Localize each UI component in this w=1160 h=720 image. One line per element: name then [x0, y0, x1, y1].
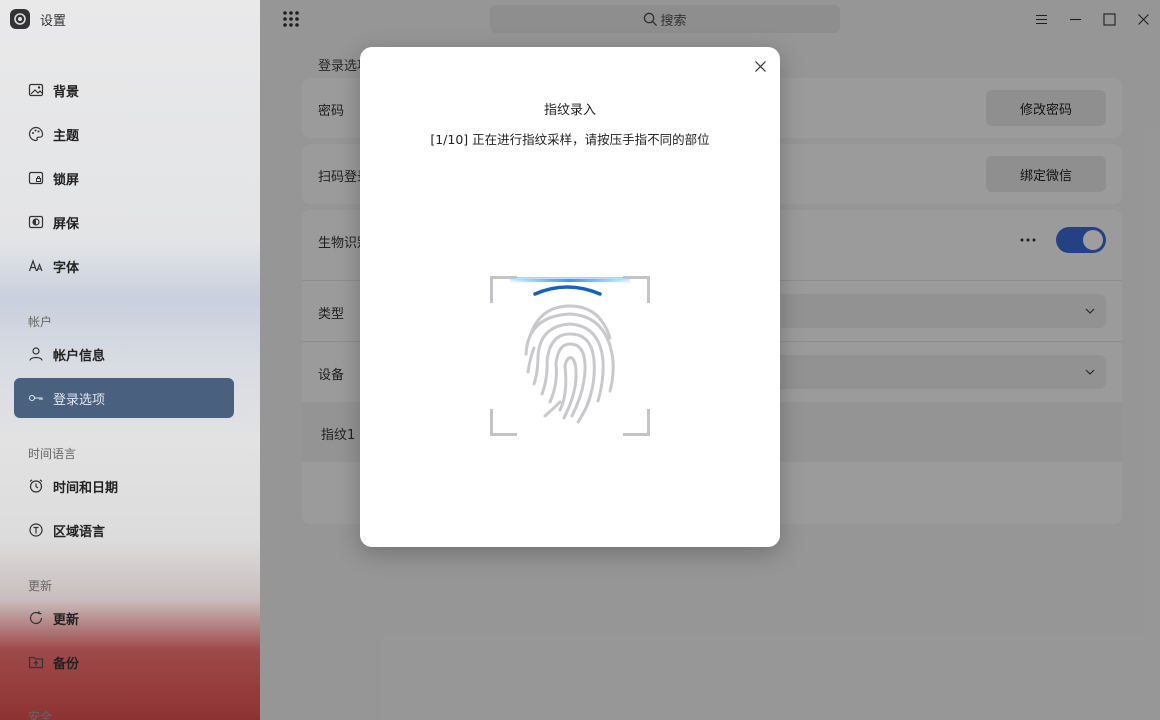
- sidebar-item-update[interactable]: 更新: [14, 598, 234, 638]
- sidebar-item-theme[interactable]: 主题: [14, 114, 234, 154]
- section-title-time-language: 时间语言: [28, 447, 77, 461]
- sidebar-item-label: 时间和日期: [53, 480, 119, 496]
- refresh-icon: [28, 610, 44, 626]
- sidebar-item-font[interactable]: 字体: [14, 246, 234, 286]
- sidebar-item-date-time[interactable]: 时间和日期: [14, 466, 234, 506]
- sidebar-item-label: 备份: [53, 656, 80, 672]
- sidebar-item-account-info[interactable]: 帐户信息: [14, 334, 234, 374]
- lockscreen-icon: [28, 170, 44, 186]
- app-title-text: 设置: [40, 13, 67, 29]
- font-icon: [28, 258, 44, 274]
- sidebar-item-label: 帐户信息: [53, 348, 106, 364]
- sidebar-item-label: 背景: [53, 84, 80, 100]
- palette-icon: [28, 126, 44, 142]
- sidebar-item-label: 锁屏: [53, 172, 80, 188]
- dialog-close-icon[interactable]: [750, 56, 770, 76]
- sidebar-item-login-options[interactable]: 登录选项: [14, 378, 234, 418]
- dialog-message: [1/10] 正在进行指纹采样，请按压手指不同的部位: [430, 132, 710, 147]
- screensaver-icon: [28, 214, 44, 230]
- sidebar-item-label: 屏保: [53, 216, 80, 232]
- dialog-title: 指纹录入: [543, 103, 596, 118]
- sidebar-item-region-language[interactable]: 区域语言: [14, 510, 234, 550]
- sidebar-item-label: 更新: [53, 612, 80, 628]
- sidebar-item-backup[interactable]: 备份: [14, 642, 234, 682]
- clock-icon: [28, 478, 44, 494]
- sidebar-item-label: 区域语言: [53, 524, 106, 540]
- sidebar-item-background[interactable]: 背景: [14, 70, 234, 110]
- key-icon: [28, 390, 44, 406]
- fingerprint-icon: [490, 276, 650, 436]
- sidebar-item-label: 字体: [53, 260, 80, 276]
- sidebar: 设置 背景 主题 锁屏 屏保 字体 帐户 帐户信息 登录选项 时间语言 时间和日…: [0, 0, 260, 720]
- section-title-account: 帐户: [28, 315, 53, 329]
- user-icon: [28, 346, 44, 362]
- language-icon: [28, 522, 44, 538]
- sidebar-item-screensaver[interactable]: 屏保: [14, 202, 234, 242]
- sidebar-item-label: 主题: [53, 128, 80, 144]
- app-title: 设置: [10, 8, 66, 30]
- sidebar-item-label: 登录选项: [53, 392, 106, 408]
- section-title-security: 安全: [28, 710, 53, 720]
- backup-icon: [28, 654, 44, 670]
- section-title-update: 更新: [28, 579, 53, 593]
- image-icon: [28, 82, 44, 98]
- fingerprint-enroll-dialog: 指纹录入 [1/10] 正在进行指纹采样，请按压手指不同的部位: [360, 47, 780, 547]
- sidebar-item-lockscreen[interactable]: 锁屏: [14, 158, 234, 198]
- settings-app-icon: [10, 9, 30, 29]
